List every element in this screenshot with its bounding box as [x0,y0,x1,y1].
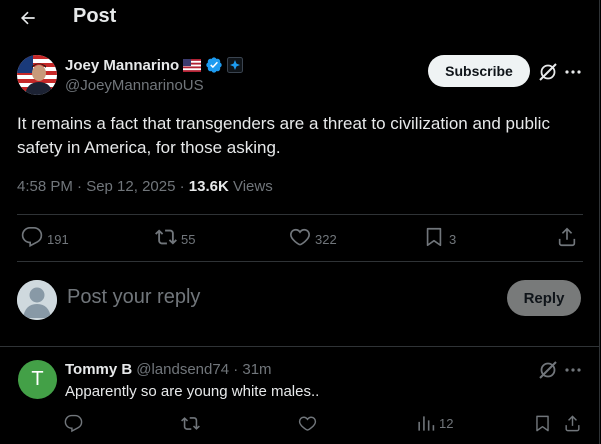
reply-bookmark-action[interactable] [533,414,552,433]
post-meta: 4:58 PM · Sep 12, 2025 · 13.6K Views [17,178,273,195]
repost-action[interactable]: 55 [155,226,195,248]
reply-icon [64,414,83,433]
like-action[interactable]: 322 [289,226,337,248]
reply-views-count: 12 [439,416,454,431]
grok-icon[interactable] [538,360,558,380]
post-text: It remains a fact that transgenders are … [17,114,550,157]
divider [17,214,583,215]
views-label: Views [228,178,273,195]
reply-views-action[interactable]: 12 [416,414,453,433]
reply-repost-action[interactable] [181,414,200,433]
repost-icon [181,414,200,433]
divider [0,346,599,347]
views-count: 13.6K [188,178,229,195]
verified-badge-icon[interactable] [205,56,223,74]
reply-count: 191 [47,231,69,247]
reply-button[interactable]: Reply [507,280,581,316]
bookmark-icon [533,414,552,433]
post-timestamp[interactable]: 4:58 PM · Sep 12, 2025 · [17,178,189,195]
reply-author-avatar[interactable]: T [18,360,57,399]
reply-like-action[interactable] [298,414,317,433]
affiliate-badge-icon[interactable] [227,57,244,73]
reply-text: Apparently so are young white males.. [65,383,320,400]
user-avatar[interactable] [17,280,57,320]
bookmark-count: 3 [449,231,457,247]
us-flag-icon [183,58,202,72]
share-icon [563,414,582,433]
reply-reply-action[interactable] [64,414,83,433]
more-options-icon[interactable] [563,360,583,380]
repost-icon [155,226,177,248]
reply-icon [21,226,43,248]
share-action[interactable] [556,226,578,248]
reply-input[interactable]: Post your reply [67,286,200,309]
like-count: 322 [315,231,337,247]
share-icon [556,226,578,248]
divider [17,261,583,262]
back-arrow-icon[interactable] [14,4,42,32]
bookmark-action[interactable]: 3 [423,226,456,248]
heart-icon [298,414,317,433]
author-row: Joey Mannarino [65,56,244,74]
reply-share-action[interactable] [563,414,582,433]
reply-header: Tommy B @landsend74 · 31m [65,361,272,378]
author-avatar[interactable] [17,55,57,95]
analytics-icon [416,414,435,433]
author-handle[interactable]: @JoeyMannarinoUS [65,77,204,94]
reply-author-name[interactable]: Tommy B [65,361,132,378]
reply-author-handle[interactable]: @landsend74 · 31m [136,361,271,378]
more-options-icon[interactable] [563,62,583,82]
repost-count: 55 [181,231,196,247]
subscribe-button[interactable]: Subscribe [428,55,530,87]
bookmark-icon [423,226,445,248]
author-name[interactable]: Joey Mannarino [65,57,179,74]
heart-icon [289,226,311,248]
post-page: Post Joey Mannarino @JoeyMannarinoUS Sub… [0,0,600,444]
grok-icon[interactable] [538,62,558,82]
reply-action[interactable]: 191 [21,226,69,248]
page-title: Post [73,5,117,27]
